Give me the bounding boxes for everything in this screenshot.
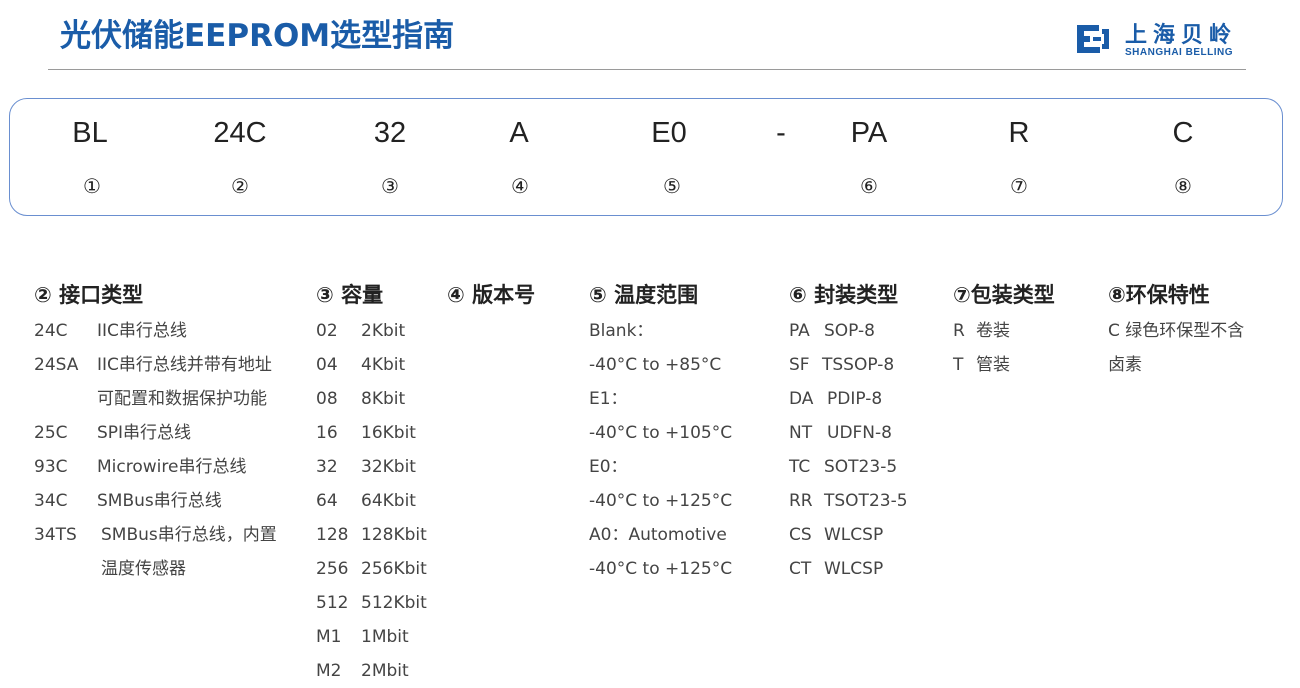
code-number-7: ⑦ xyxy=(1010,174,1028,198)
logo-chinese-name: 上海贝岭 xyxy=(1125,23,1238,48)
list-item: SF TSSOP-8 xyxy=(789,355,895,375)
list-item: 256 256Kbit xyxy=(316,559,427,579)
code-number-4: ④ xyxy=(511,174,529,198)
list-item: 08 8Kbit xyxy=(316,389,406,409)
list-item: PA SOP-8 xyxy=(789,321,875,341)
list-item: CT WLCSP xyxy=(789,559,884,579)
code-segment-series: BL xyxy=(72,117,108,149)
list-item: 25C SPI串行总线 xyxy=(34,423,192,443)
code-number-1: ① xyxy=(83,174,101,198)
list-item: RR TSOT23-5 xyxy=(789,491,908,511)
list-item: -40°C to +105°C xyxy=(589,423,733,443)
list-item: T 管装 xyxy=(953,355,1010,375)
list-item: NT UDFN-8 xyxy=(789,423,892,443)
list-item: 64 64Kbit xyxy=(316,491,416,511)
list-item: 16 16Kbit xyxy=(316,423,416,443)
list-item: M1 1Mbit xyxy=(316,627,409,647)
code-number-2: ② xyxy=(231,174,249,198)
list-item: 34TS SMBus串行总线，内置 xyxy=(34,525,277,545)
list-item: E0： xyxy=(589,457,628,477)
list-item: DA PDIP-8 xyxy=(789,389,883,409)
list-item: 512 512Kbit xyxy=(316,593,427,613)
temperature-column: ⑤ 温度范围 Blank： -40°C to +85°C E1： -40°C t… xyxy=(589,280,774,586)
list-item: CS WLCSP xyxy=(789,525,884,545)
list-item: 24SA IIC串行总线并带有地址 xyxy=(34,355,272,375)
list-item: -40°C to +85°C xyxy=(589,355,722,375)
list-item: 可配置和数据保护功能 xyxy=(97,389,267,409)
list-item: 24C IIC串行总线 xyxy=(34,321,187,341)
part-number-box xyxy=(9,98,1283,216)
list-item: 128 128Kbit xyxy=(316,525,427,545)
eco-feature-heading: ⑧环保特性 xyxy=(1108,283,1210,307)
list-item: Blank： xyxy=(589,321,654,341)
code-segment-packing: R xyxy=(1008,117,1030,149)
code-segment-version: A xyxy=(509,117,529,149)
logo-english-name: SHANGHAI BELLING xyxy=(1125,47,1233,58)
code-segment-dash: - xyxy=(776,117,786,149)
list-item: -40°C to +125°C xyxy=(589,491,733,511)
list-item: TC SOT23-5 xyxy=(789,457,898,477)
temperature-heading: ⑤ 温度范围 xyxy=(589,283,699,307)
code-segment-temperature: E0 xyxy=(651,117,687,149)
capacity-heading: ③ 容量 xyxy=(316,283,384,307)
company-logo: 上海贝岭 SHANGHAI BELLING xyxy=(1073,17,1253,61)
list-item: 93C Microwire串行总线 xyxy=(34,457,247,477)
code-number-6: ⑥ xyxy=(860,174,878,198)
list-item: 04 4Kbit xyxy=(316,355,406,375)
capacity-column: ③ 容量 02 2Kbit 04 4Kbit 08 8Kbit 16 16Kbit 32… xyxy=(316,280,441,688)
list-item: 34C SMBus串行总线 xyxy=(34,491,222,511)
package-type-column: ⑥ 封装类型 PA SOP-8 SF TSSOP-8 DA PDIP-8 NT UDFN… xyxy=(789,280,939,586)
interface-type-heading: ② 接口类型 xyxy=(34,283,144,307)
packing-type-column: ⑦包装类型 R 卷装 T 管装 xyxy=(953,280,1093,382)
list-item: 02 2Kbit xyxy=(316,321,406,341)
version-column: ④ 版本号 xyxy=(447,280,567,314)
packing-type-heading: ⑦包装类型 xyxy=(953,283,1055,307)
code-segment-package: PA xyxy=(850,117,888,149)
code-number-5: ⑤ xyxy=(663,174,681,198)
list-item: 温度传感器 xyxy=(101,559,186,579)
code-segment-interface: 24C xyxy=(213,117,267,149)
list-item: A0：Automotive xyxy=(589,525,727,545)
belling-logo-icon xyxy=(1077,25,1109,53)
code-number-3: ③ xyxy=(381,174,399,198)
list-item: E1： xyxy=(589,389,628,409)
list-item: 32 32Kbit xyxy=(316,457,416,477)
page-title: 光伏储能EEPROM选型指南 xyxy=(60,18,455,54)
code-segment-eco: C xyxy=(1172,117,1194,149)
list-item: C 绿色环保型不含 xyxy=(1108,321,1245,341)
package-type-heading: ⑥ 封装类型 xyxy=(789,283,899,307)
header-divider xyxy=(48,69,1246,70)
list-item: R 卷装 xyxy=(953,321,1010,341)
code-segment-capacity: 32 xyxy=(373,117,407,149)
version-heading: ④ 版本号 xyxy=(447,283,536,307)
list-item: -40°C to +125°C xyxy=(589,559,733,579)
list-item: 卤素 xyxy=(1108,355,1142,375)
interface-type-column: ② 接口类型 24C IIC串行总线 24SA IIC串行总线并带有地址 可配置和数… xyxy=(34,280,304,586)
code-number-8: ⑧ xyxy=(1174,174,1192,198)
eco-feature-column: ⑧环保特性 C 绿色环保型不含 卤素 xyxy=(1108,280,1288,382)
